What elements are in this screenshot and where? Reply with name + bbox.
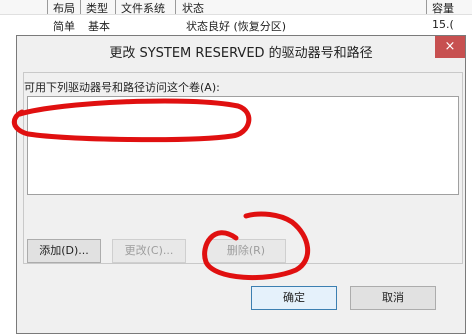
column-separator [175, 0, 176, 14]
close-button[interactable]: × [435, 36, 465, 58]
dialog-title: 更改 SYSTEM RESERVED 的驱动器号和路径 [109, 46, 373, 61]
change-button[interactable]: 更改(C)... [112, 239, 186, 263]
list-label: 可用下列驱动器号和路径访问这个卷(A): [24, 81, 220, 94]
drive-path-listbox[interactable] [27, 96, 459, 195]
column-header-layout[interactable]: 布局 [53, 0, 75, 16]
cell-status: 状态良好 (恢复分区) [186, 20, 287, 33]
ok-button[interactable]: 确定 [251, 286, 337, 310]
cell-capacity: 15.( [432, 18, 454, 31]
close-icon: × [444, 39, 456, 54]
column-header-filesystem[interactable]: 文件系统 [121, 0, 165, 16]
cell-type: 基本 [88, 20, 110, 33]
column-header-status[interactable]: 状态 [182, 0, 204, 16]
drive-path-group: 可用下列驱动器号和路径访问这个卷(A): 添加(D)... 更改(C)... 删… [23, 72, 463, 264]
cancel-button[interactable]: 取消 [350, 286, 436, 310]
column-header-row: 布局 类型 文件系统 状态 容量 [0, 0, 472, 15]
column-separator [426, 0, 427, 14]
column-header-capacity[interactable]: 容量 [432, 0, 454, 16]
delete-button[interactable]: 删除(R) [206, 239, 286, 263]
column-separator [47, 0, 48, 14]
dialog-titlebar[interactable]: 更改 SYSTEM RESERVED 的驱动器号和路径 × [17, 36, 465, 62]
add-button[interactable]: 添加(D)... [27, 239, 101, 263]
cell-layout: 简单 [53, 20, 75, 33]
change-drive-letter-dialog: 更改 SYSTEM RESERVED 的驱动器号和路径 × 可用下列驱动器号和路… [16, 35, 466, 334]
column-header-type[interactable]: 类型 [86, 0, 108, 16]
column-separator [115, 0, 116, 14]
column-separator [80, 0, 81, 14]
